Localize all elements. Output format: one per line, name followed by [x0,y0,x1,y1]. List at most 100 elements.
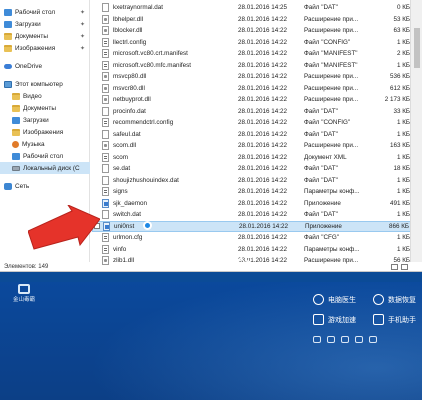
file-row[interactable]: scom.dll 28.01.2016 14:22 Расширение при..… [92,140,422,152]
file-row[interactable]: microsoft.vc80.mfc.manifest 28.01.2016 14… [92,60,422,72]
phone-assistant-button[interactable]: 手机助手 [373,314,416,325]
file-row[interactable]: urlmon.cfg 28.01.2016 14:22 Файл "CFG" 1 КБ [92,232,422,244]
drive-icon [12,165,20,171]
nav-item[interactable]: OneDrive [0,60,90,72]
file-type: Документ XML [304,153,347,161]
file-size: 1 КБ [396,188,410,196]
file-row[interactable]: llectrl.config 28.01.2016 14:22 Файл "CONF… [92,37,422,49]
brush-tray-icon[interactable] [369,336,377,343]
gamepad-icon [313,314,324,325]
file-row[interactable]: vinfo 28.01.2016 14:22 Параметры конф... 1 … [92,244,422,256]
file-row[interactable]: sjk_daemon 28.01.2016 14:22 Приложение 491 … [92,198,422,210]
tools-tray-icon[interactable] [355,336,363,343]
caption-overlay: uni0nst или uni0nst.exe [150,231,253,267]
file-name: signs [113,188,128,196]
game-boost-button[interactable]: 游戏加速 [313,314,356,325]
file-row[interactable]: msvcp80.dll 28.01.2016 14:22 Расширение пр… [92,71,422,83]
file-row[interactable]: netbuyprot.dll 28.01.2016 14:22 Расширение… [92,94,422,106]
file-size: 1 КБ [396,130,410,138]
file-size: 1 КБ [396,176,410,184]
nav-item-label: Изображения [23,128,64,136]
file-name: shoujizhushouindex.dat [113,176,179,184]
large-icons-view-icon[interactable] [401,264,408,270]
nav-item[interactable]: Изображения [0,126,90,138]
file-row[interactable]: se.dat 28.01.2016 14:22 Файл "DAT" 18 КБ [92,163,422,175]
file-row[interactable]: lblocker.dll 28.01.2016 14:22 Расширение п… [92,25,422,37]
file-type: Расширение при... [304,15,359,23]
file-row[interactable]: kxetraynormal.dat 28.01.2016 14:25 Файл "D… [92,2,422,14]
nav-item[interactable]: Рабочий стол ✦ [0,6,90,18]
file-row[interactable]: recommendctrl.config 28.01.2016 14:22 Файл… [92,117,422,129]
documents-folder-icon [12,104,20,112]
file-row[interactable]: msvcr80.dll 28.01.2016 14:22 Расширение пр… [92,83,422,95]
file-name: msvcp80.dll [113,73,147,81]
vertical-scrollbar[interactable] [410,0,422,262]
nav-item[interactable]: Изображения ✦ [0,42,90,54]
file-type: Файл "CFG" [304,234,339,242]
gear-tray-icon[interactable] [341,336,349,343]
shield-tray-icon[interactable] [327,336,335,343]
file-row[interactable]: uni0nst 28.01.2016 14:22 Приложение 866 КБ [92,220,422,232]
nav-item[interactable]: Сеть [0,180,90,192]
nav-item-label: Загрузки [23,116,49,124]
file-date: 28.01.2016 14:22 [238,84,288,92]
nav-item-label: Рабочий стол [15,8,56,16]
file-date: 28.01.2016 14:22 [238,15,288,23]
file-type: Файл "CONFIG" [304,119,351,127]
file-row[interactable]: safeuI.dat 28.01.2016 14:22 Файл "DAT" 1 КБ [92,129,422,141]
cloud-tray-icon[interactable] [313,336,321,343]
downloads-folder-icon [12,116,20,124]
nav-item[interactable]: Документы [0,102,90,114]
file-name: kxetraynormal.dat [113,4,164,12]
nav-item[interactable]: Локальный диск (C [0,162,90,174]
file-date: 28.01.2016 14:22 [238,130,288,138]
file-row[interactable]: microsoft.vc80.crt.manifest 28.01.2016 14… [92,48,422,60]
file-row[interactable]: scom 28.01.2016 14:22 Документ XML 1 КБ [92,152,422,164]
nav-item-label: Музыка [22,140,45,148]
scrollbar-thumb[interactable] [414,28,420,68]
file-type: Расширение при... [304,84,359,92]
nav-item[interactable]: Загрузки ✦ [0,18,90,30]
videos-folder-icon [12,92,20,100]
nav-item-label: Видео [23,92,42,100]
file-row[interactable]: switch.dat 28.01.2016 14:22 Файл "DAT" 1 КБ [92,209,422,221]
file-name: se.dat [113,165,131,173]
file-row[interactable]: shoujizhushouindex.dat 28.01.2016 14:22 Фа… [92,175,422,187]
game-boost-label: 游戏加速 [328,316,356,324]
file-row[interactable]: zlib1.dll 28.01.2016 14:22 Расширение при.… [92,255,422,267]
file-size: 2 КБ [396,50,410,58]
file-name: msvcr80.dll [113,84,145,92]
app-tile-label: 金山毒霸 [12,297,35,303]
data-recovery-button[interactable]: 数据恢复 [373,294,416,305]
dat-file-icon [102,164,109,174]
doctor-icon [313,294,324,305]
duba-app-tile[interactable]: 金山毒霸 [6,284,42,304]
file-type: Файл "DAT" [304,176,338,184]
red-arrow-pointer [28,205,100,250]
file-name: lbhelper.dll [113,15,144,23]
file-row[interactable]: procinfo.dat 28.01.2016 14:22 Файл "DAT" 33… [92,106,422,118]
file-date: 28.01.2016 14:22 [238,176,288,184]
nav-item[interactable]: Документы ✦ [0,30,90,42]
nav-item[interactable]: Видео [0,90,90,102]
dat-file-icon [102,106,109,116]
nav-item[interactable]: Музыка [0,138,90,150]
file-row[interactable]: lbhelper.dll 28.01.2016 14:22 Расширение п… [92,14,422,26]
file-date: 28.01.2016 14:22 [238,27,288,35]
file-date: 28.01.2016 14:22 [238,61,288,69]
file-row[interactable]: signs 28.01.2016 14:22 Параметры конф... 1 … [92,186,422,198]
dll-file-icon [102,256,109,266]
details-view-icon[interactable] [391,264,398,270]
doctor-label: 电脑医生 [328,296,356,304]
nav-item[interactable]: Этот компьютер [0,78,90,90]
file-name: scom [113,153,129,161]
cfg-file-icon [102,37,109,47]
cfg-file-icon [102,187,109,197]
nav-item[interactable]: Рабочий стол [0,150,90,162]
nav-item[interactable]: Загрузки [0,114,90,126]
nav-item-label: Локальный диск (C [23,164,80,172]
file-date: 28.01.2016 14:22 [238,107,288,115]
phone-assistant-label: 手机助手 [388,316,416,324]
doctor-button[interactable]: 电脑医生 [313,294,356,305]
file-date: 28.01.2016 14:22 [238,38,288,46]
